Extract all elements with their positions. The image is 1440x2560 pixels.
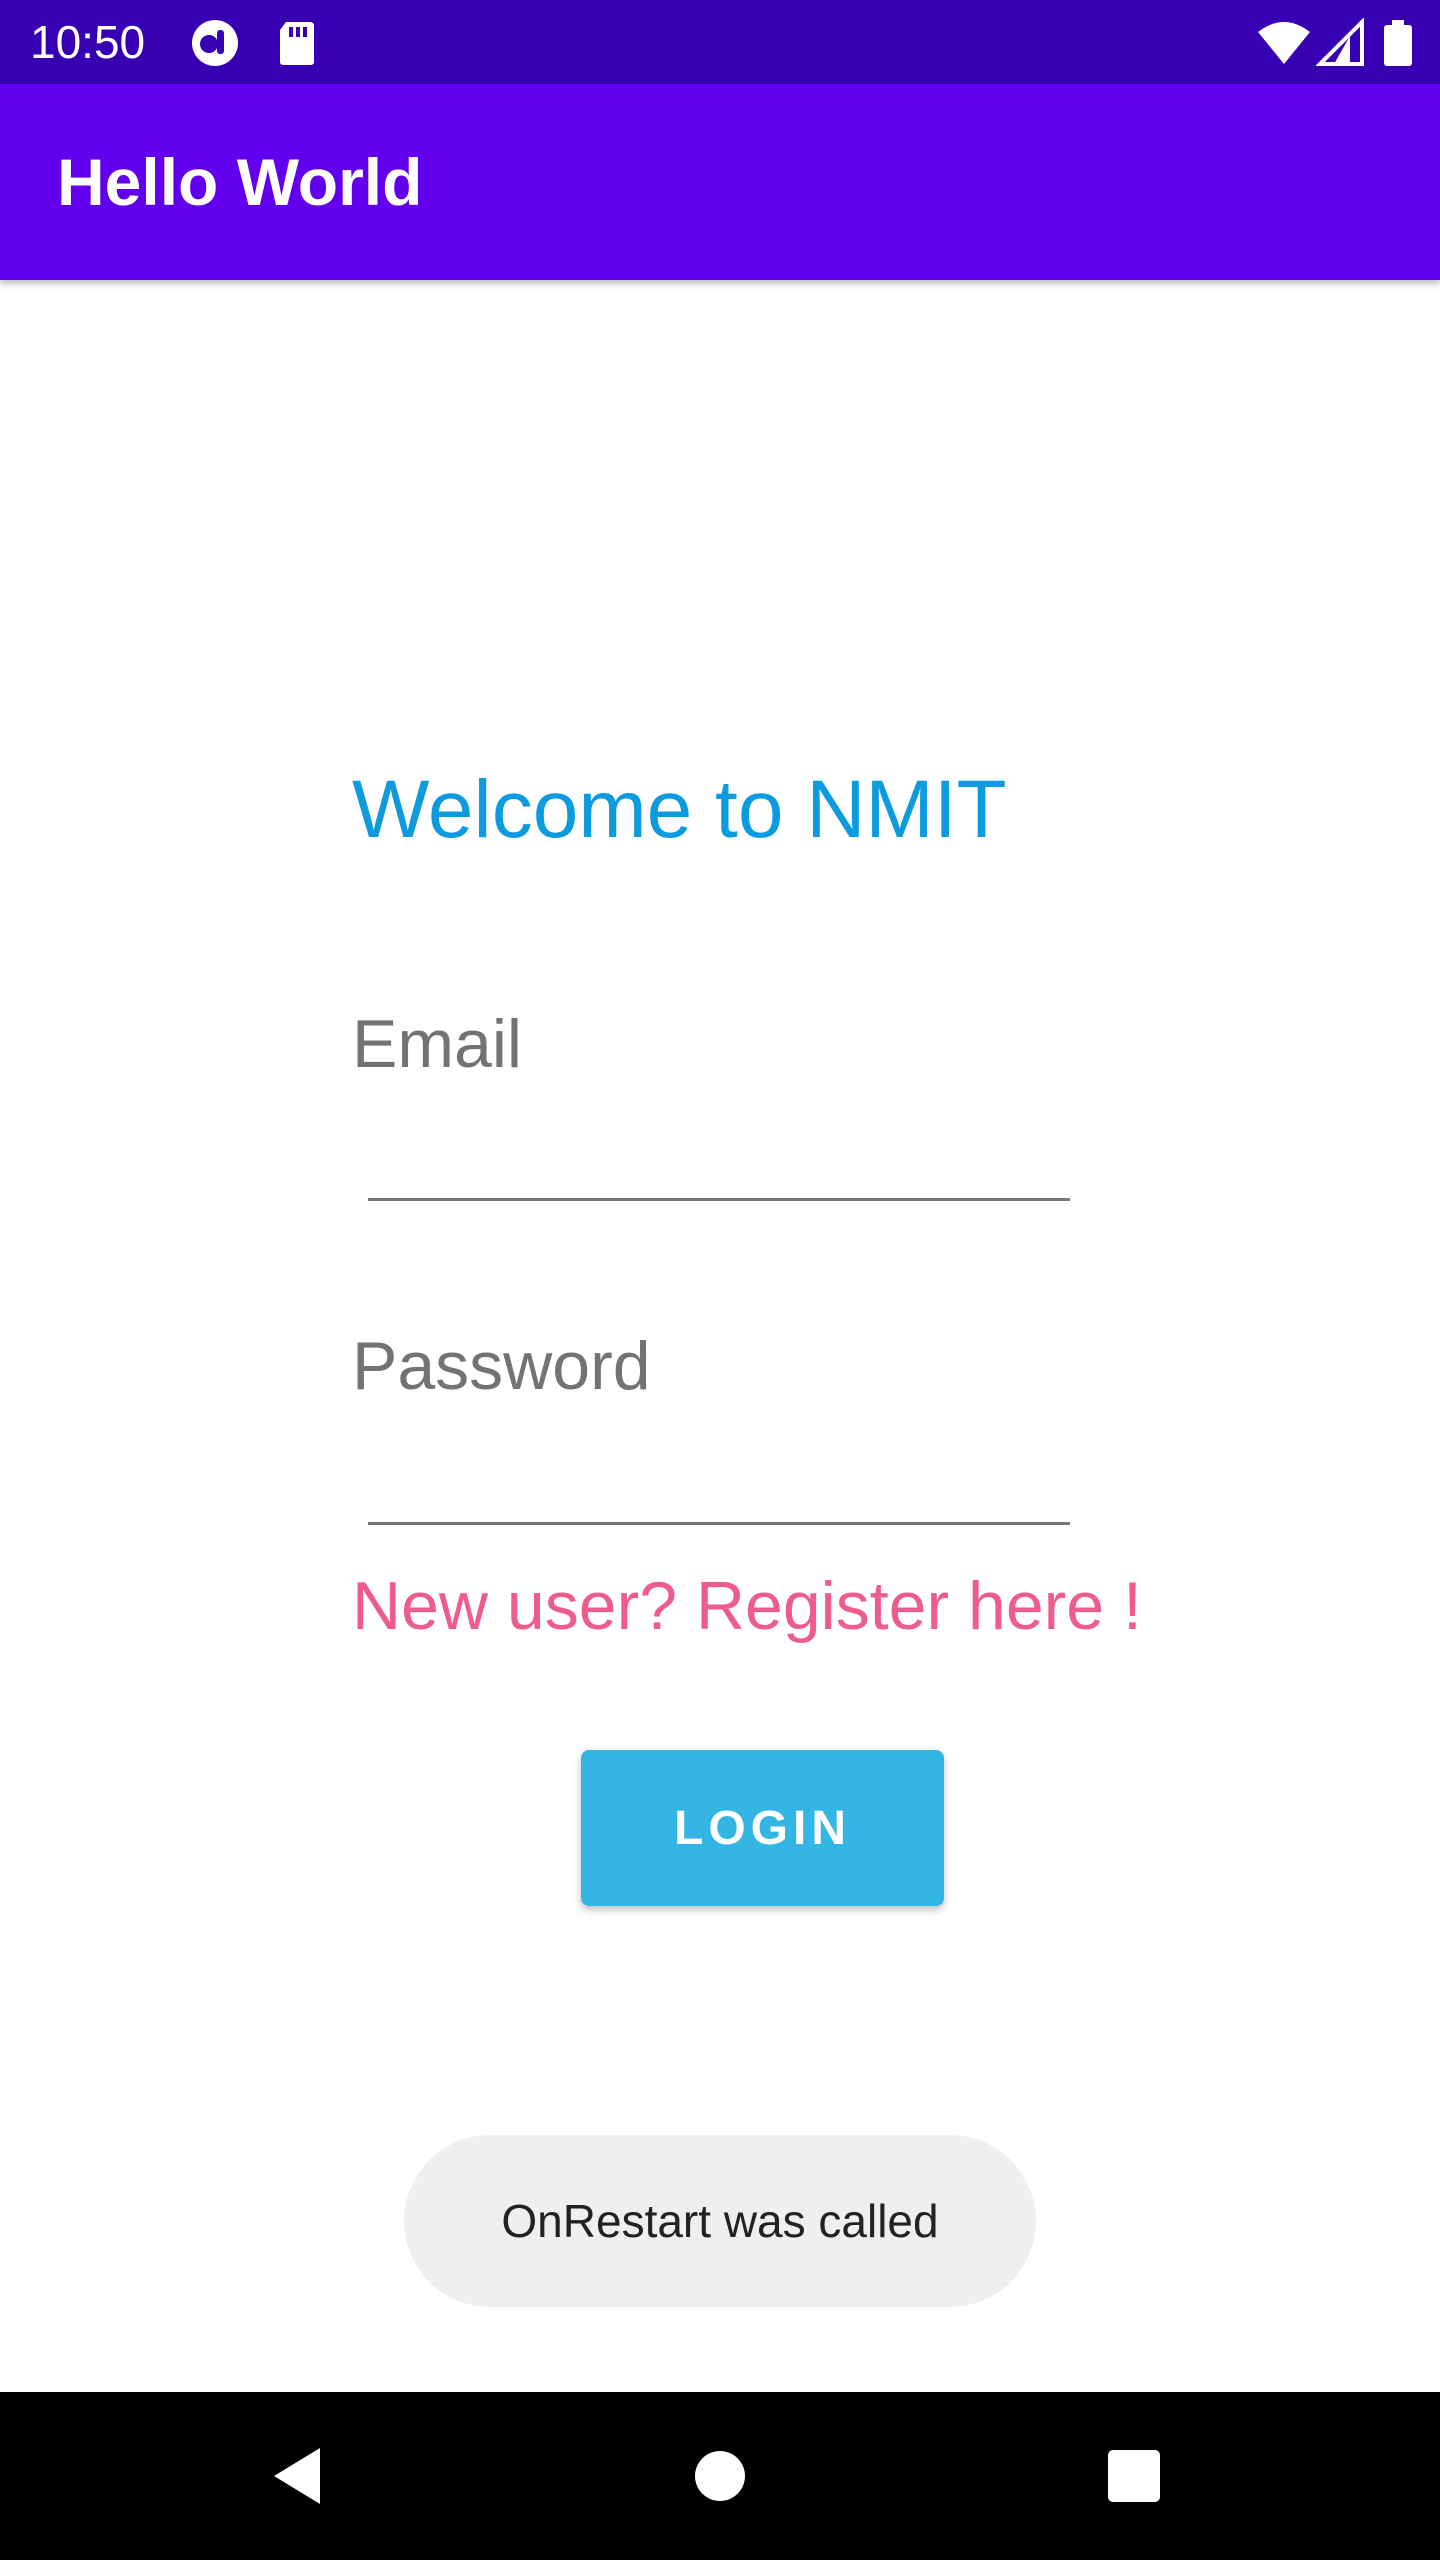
status-bar: 10:50	[0, 0, 1440, 84]
app-title: Hello World	[57, 145, 423, 219]
app-bar: Hello World	[0, 84, 1440, 280]
email-underline	[368, 1198, 1070, 1201]
welcome-heading: Welcome to NMIT	[352, 764, 1007, 855]
password-field[interactable]: Password	[352, 1326, 1072, 1526]
wifi-icon	[1258, 22, 1310, 64]
login-button[interactable]: LOGIN	[581, 1750, 944, 1906]
register-link[interactable]: New user? Register here !	[352, 1566, 1142, 1646]
sd-card-icon	[280, 22, 314, 65]
circle-notification-icon	[192, 20, 238, 66]
password-placeholder: Password	[352, 1328, 651, 1404]
toast-text: OnRestart was called	[501, 2195, 939, 2247]
back-icon[interactable]	[258, 2434, 342, 2518]
cell-signal-icon	[1316, 18, 1364, 66]
password-underline	[368, 1522, 1070, 1525]
status-time: 10:50	[30, 16, 146, 68]
email-field[interactable]: Email	[352, 1004, 1072, 1204]
toast-message: OnRestart was called	[404, 2135, 1036, 2307]
home-icon[interactable]	[678, 2434, 762, 2518]
navigation-bar	[0, 2392, 1440, 2560]
email-placeholder: Email	[352, 1006, 523, 1082]
battery-icon	[1384, 20, 1412, 66]
recents-icon[interactable]	[1092, 2434, 1176, 2518]
